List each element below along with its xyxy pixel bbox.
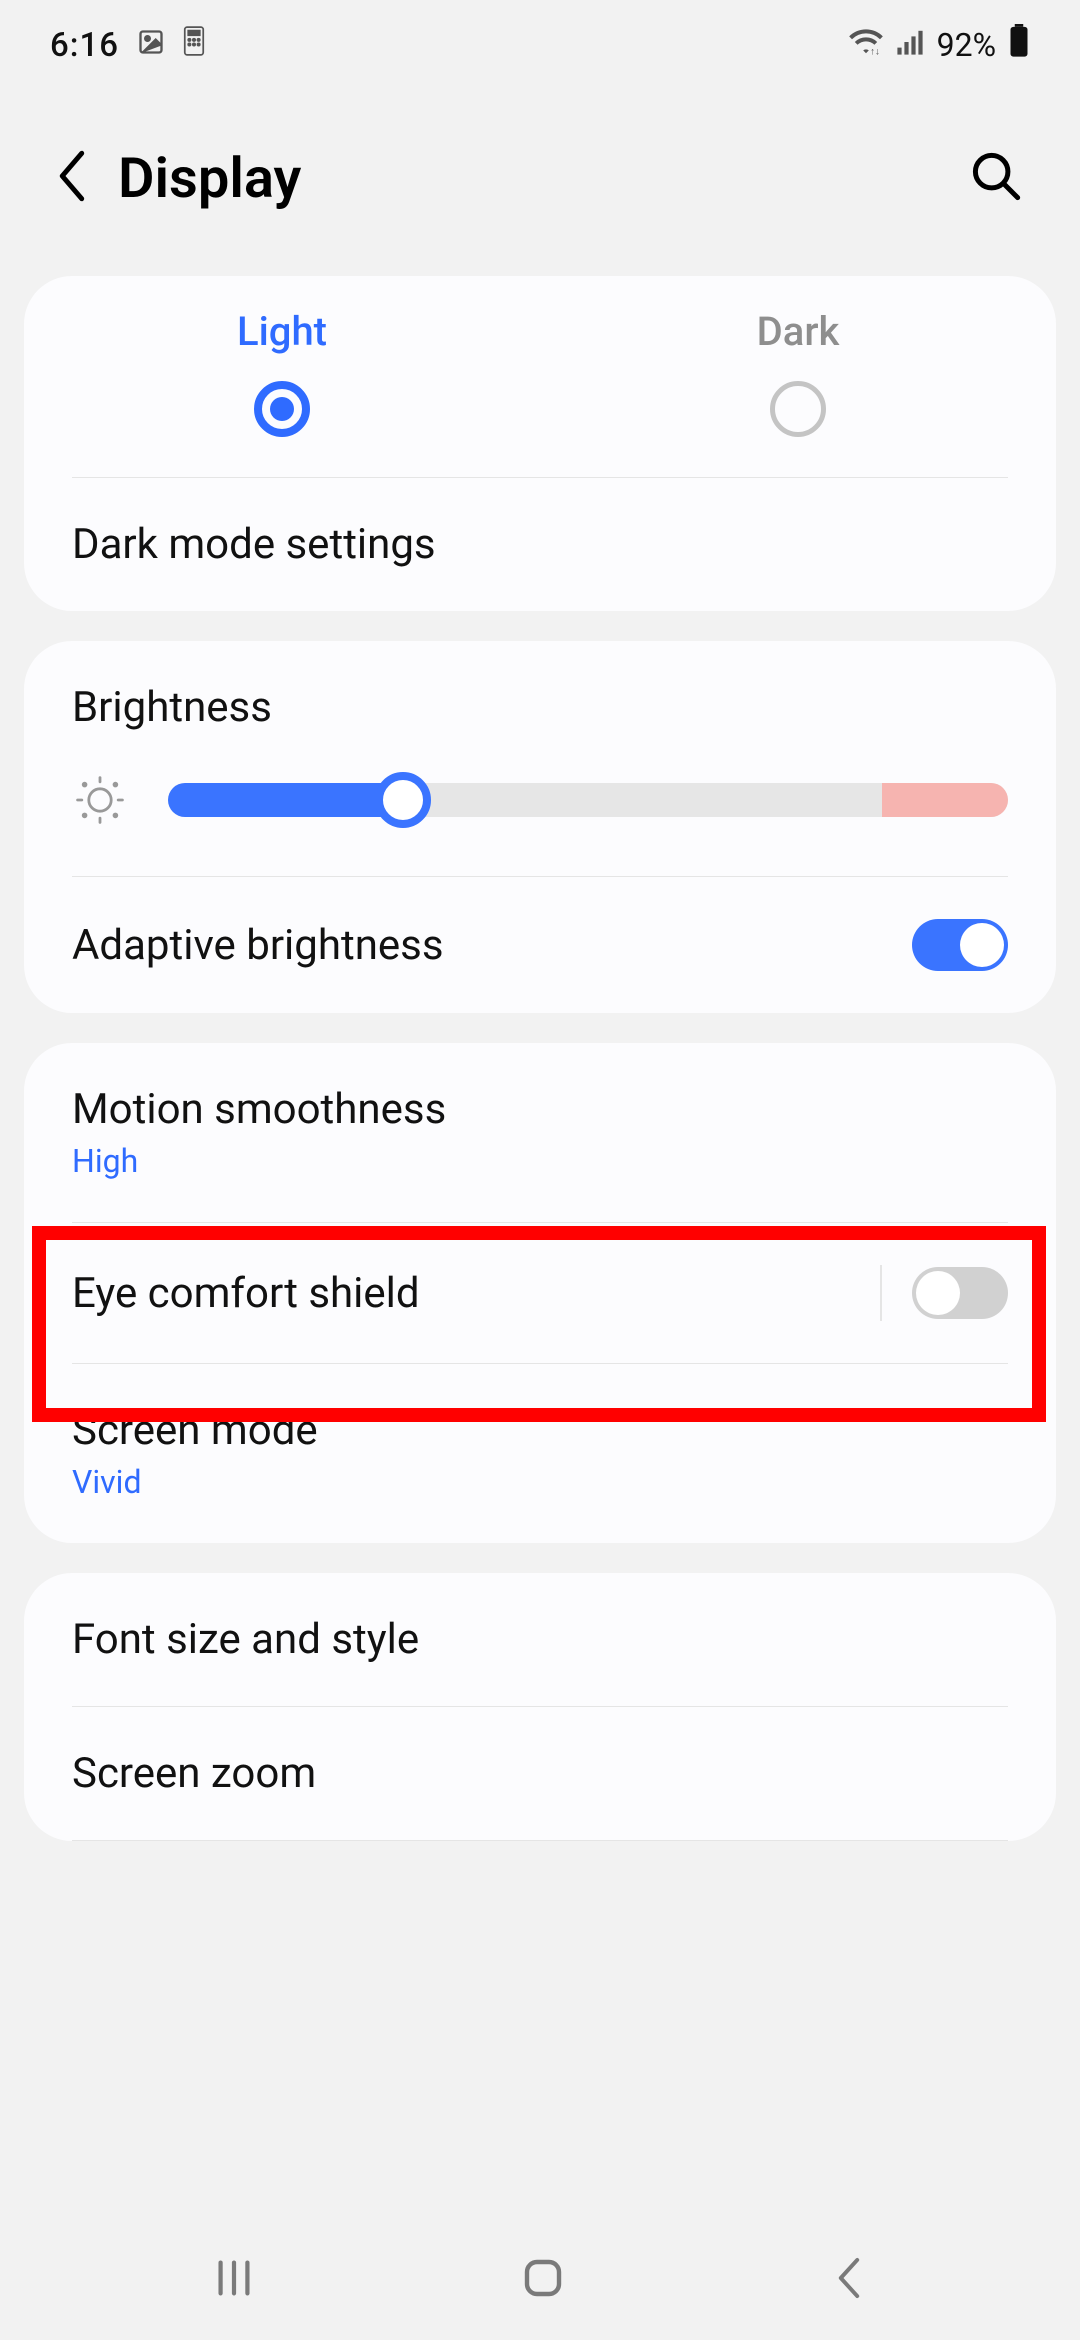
brightness-slider-row <box>72 772 1008 828</box>
motion-smoothness-value: High <box>72 1142 1008 1180</box>
page-title: Display <box>118 145 960 211</box>
motion-smoothness-label: Motion smoothness <box>72 1085 1008 1134</box>
adaptive-brightness-label: Adaptive brightness <box>72 921 912 970</box>
adaptive-brightness-row[interactable]: Adaptive brightness <box>24 877 1056 1013</box>
eye-comfort-toggle[interactable] <box>912 1267 1008 1319</box>
theme-card: Light Dark Dark mode settings <box>24 276 1056 611</box>
svg-text:↑↓: ↑↓ <box>870 47 880 56</box>
back-button[interactable] <box>48 140 112 216</box>
sun-icon <box>72 772 128 828</box>
calculator-icon <box>183 26 205 64</box>
brightness-title: Brightness <box>72 683 1008 732</box>
signal-icon <box>895 26 925 64</box>
battery-icon <box>1008 24 1030 66</box>
nav-bar <box>0 2220 1080 2340</box>
display-options-card: Motion smoothness High Eye comfort shiel… <box>24 1043 1056 1543</box>
status-bar: 6:16 ↑↓ 92% <box>0 0 1080 90</box>
screen-mode-label: Screen mode <box>72 1406 1008 1455</box>
font-size-label: Font size and style <box>72 1615 1008 1664</box>
light-mode-label: Light <box>237 308 327 355</box>
status-time: 6:16 <box>50 26 119 65</box>
screen-mode-row[interactable]: Screen mode Vivid <box>24 1364 1056 1543</box>
battery-pct: 92% <box>937 26 996 64</box>
dark-mode-settings-label: Dark mode settings <box>72 520 1008 569</box>
light-mode-radio[interactable] <box>254 381 310 437</box>
wifi-icon: ↑↓ <box>849 26 883 64</box>
font-size-row[interactable]: Font size and style <box>24 1573 1056 1706</box>
search-button[interactable] <box>960 140 1032 216</box>
font-zoom-card: Font size and style Screen zoom <box>24 1573 1056 1841</box>
eye-comfort-row[interactable]: Eye comfort shield <box>24 1223 1056 1363</box>
adaptive-brightness-toggle[interactable] <box>912 919 1008 971</box>
brightness-fill <box>168 783 403 817</box>
divider <box>72 1840 1008 1841</box>
brightness-card: Brightness Adaptive brightness <box>24 641 1056 1013</box>
dark-mode-radio[interactable] <box>770 381 826 437</box>
dark-mode-settings-row[interactable]: Dark mode settings <box>24 478 1056 611</box>
theme-mode-row: Light Dark <box>24 276 1056 477</box>
dark-mode-label: Dark <box>757 308 840 355</box>
screen-zoom-row[interactable]: Screen zoom <box>24 1707 1056 1840</box>
brightness-slider[interactable] <box>168 783 1008 817</box>
image-icon <box>137 26 165 64</box>
dark-mode-option[interactable]: Dark <box>540 308 1056 437</box>
recents-button[interactable] <box>191 2235 277 2325</box>
light-mode-option[interactable]: Light <box>24 308 540 437</box>
brightness-warn-zone <box>882 783 1008 817</box>
screen-zoom-label: Screen zoom <box>72 1749 1008 1798</box>
motion-smoothness-row[interactable]: Motion smoothness High <box>24 1043 1056 1222</box>
eye-comfort-label: Eye comfort shield <box>72 1269 880 1318</box>
vertical-divider <box>880 1265 882 1321</box>
home-button[interactable] <box>499 2234 587 2326</box>
nav-back-button[interactable] <box>809 2235 889 2325</box>
brightness-thumb[interactable] <box>375 772 431 828</box>
screen-mode-value: Vivid <box>72 1463 1008 1501</box>
header: Display <box>0 90 1080 276</box>
